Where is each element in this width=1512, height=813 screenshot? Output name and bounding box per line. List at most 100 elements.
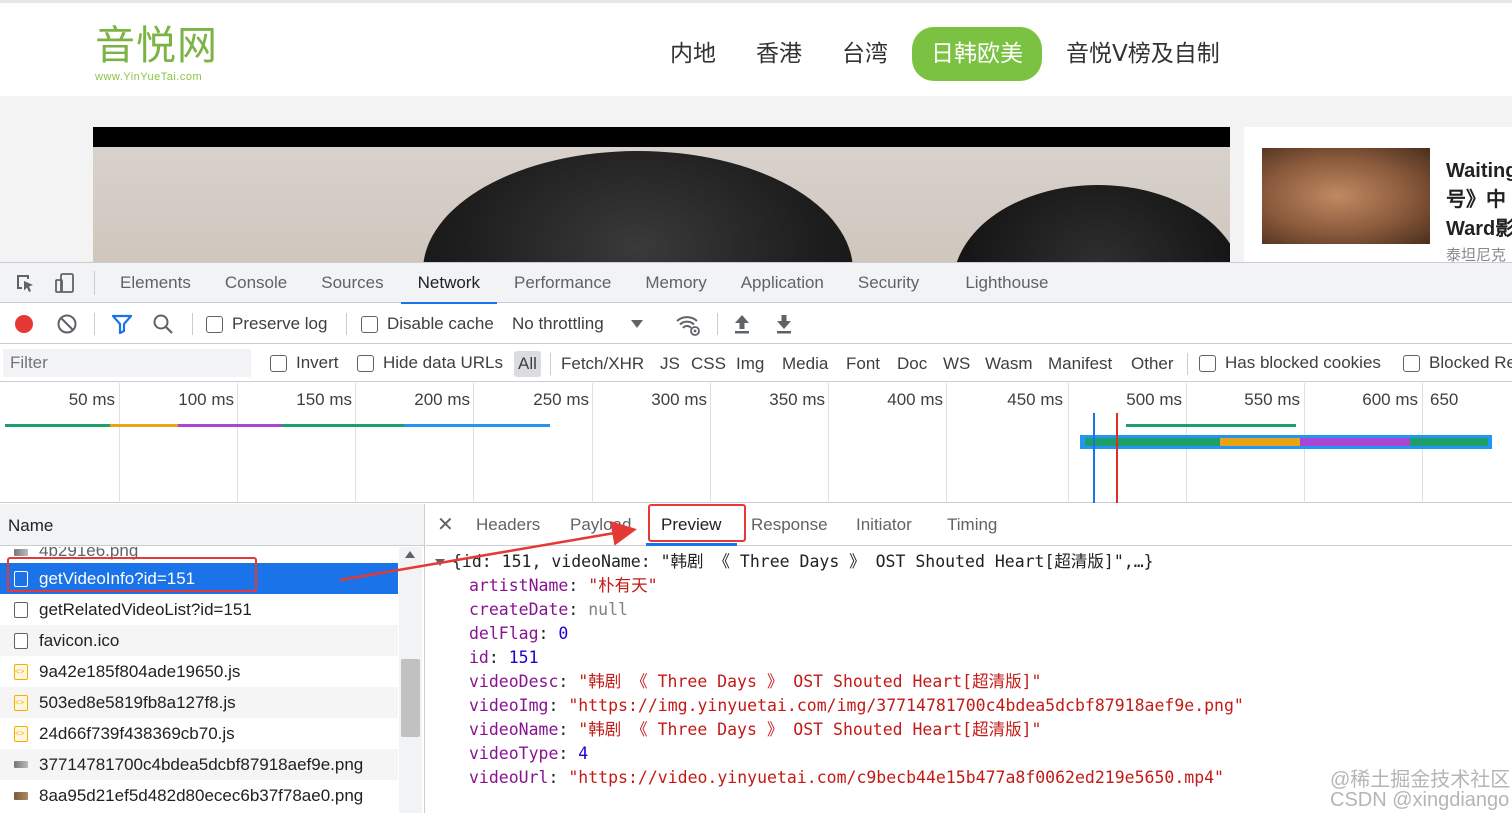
image-file-icon — [14, 549, 28, 556]
related-video-card[interactable]: Waiting 号》中 Ward影 泰坦尼克 — [1244, 127, 1512, 262]
site-nav: 内地 香港 台湾 日韩欧美 音悦V榜及自制 — [650, 27, 1240, 81]
tab-lighthouse[interactable]: Lighthouse — [948, 263, 1065, 303]
image-file-icon — [14, 792, 28, 800]
nav-item-hongkong[interactable]: 香港 — [736, 27, 822, 81]
filter-input[interactable] — [3, 349, 251, 377]
throttling-select[interactable]: No throttling — [512, 312, 644, 336]
tab-sources[interactable]: Sources — [304, 263, 400, 303]
import-har-icon[interactable] — [732, 312, 752, 336]
script-file-icon — [14, 656, 28, 687]
filter-type-manifest[interactable]: Manifest — [1048, 351, 1112, 377]
tab-console[interactable]: Console — [208, 263, 304, 303]
request-row[interactable]: favicon.ico — [0, 625, 398, 656]
has-blocked-cookies-checkbox[interactable]: Has blocked cookies — [1199, 351, 1381, 375]
nav-item-vchart[interactable]: 音悦V榜及自制 — [1046, 27, 1240, 81]
filter-type-font[interactable]: Font — [846, 351, 880, 377]
nav-item-taiwan[interactable]: 台湾 — [822, 27, 908, 81]
video-player[interactable] — [93, 127, 1230, 262]
filter-type-wasm[interactable]: Wasm — [985, 351, 1033, 377]
tab-security[interactable]: Security — [841, 263, 936, 303]
related-video-thumbnail[interactable] — [1262, 148, 1430, 244]
tab-memory[interactable]: Memory — [628, 263, 723, 303]
json-field-videourl: videoUrl: "https://video.yinyuetai.com/c… — [469, 768, 1224, 787]
filter-type-doc[interactable]: Doc — [897, 351, 927, 377]
json-field-createdate: createDate: null — [469, 600, 628, 619]
tab-network[interactable]: Network — [400, 263, 498, 304]
chevron-down-icon — [630, 320, 643, 328]
timeline-gridline — [592, 383, 593, 503]
checkbox-box[interactable] — [1199, 354, 1216, 372]
tab-initiator[interactable]: Initiator — [856, 504, 912, 546]
checkbox-box[interactable] — [1403, 354, 1420, 372]
timeline-gridline — [710, 383, 711, 503]
timeline-bar — [178, 424, 282, 427]
nav-item-jk-western[interactable]: 日韩欧美 — [912, 27, 1042, 81]
request-row[interactable]: 503ed8e5819fb8a127f8.js — [0, 687, 398, 718]
filter-type-other[interactable]: Other — [1131, 351, 1174, 377]
json-field-videotype: videoType: 4 — [469, 744, 589, 763]
nav-item-mainland[interactable]: 内地 — [650, 27, 736, 81]
collapse-triangle-icon[interactable] — [435, 559, 445, 566]
timeline-gridline — [1068, 383, 1069, 503]
filter-type-img[interactable]: Img — [736, 351, 764, 377]
scrollbar-thumb[interactable] — [401, 659, 420, 737]
filter-type-js[interactable]: JS — [660, 351, 680, 377]
inspect-element-icon[interactable] — [14, 272, 36, 294]
related-video-title[interactable]: Waiting 号》中 Ward影 — [1446, 157, 1512, 244]
checkbox-box[interactable] — [270, 354, 287, 372]
timeline-bar — [1300, 438, 1410, 446]
checkbox-box[interactable] — [361, 315, 378, 333]
timeline-tick-label: 350 ms — [769, 390, 825, 409]
clear-icon[interactable] — [56, 312, 78, 336]
tab-performance[interactable]: Performance — [497, 263, 628, 303]
filter-type-all[interactable]: All — [514, 351, 541, 377]
tab-headers[interactable]: Headers — [476, 504, 540, 546]
request-row[interactable]: getRelatedVideoList?id=151 — [0, 594, 398, 625]
network-conditions-icon[interactable] — [675, 312, 701, 336]
logo-text: 音悦网 — [95, 23, 218, 69]
hide-data-urls-checkbox[interactable]: Hide data URLs — [357, 351, 503, 375]
tab-timing[interactable]: Timing — [947, 504, 997, 546]
timeline-bar — [1085, 438, 1220, 446]
invert-checkbox[interactable]: Invert — [270, 351, 339, 375]
site-logo[interactable]: 音悦网 www.YinYueTai.com — [95, 23, 218, 83]
tab-elements[interactable]: Elements — [103, 263, 208, 303]
request-row[interactable]: 9a42e185f804ade19650.js — [0, 656, 398, 687]
json-field-videoimg: videoImg: "https://img.yinyuetai.com/img… — [469, 696, 1244, 715]
request-list-scrollbar[interactable] — [399, 547, 422, 813]
filter-type-media[interactable]: Media — [782, 351, 828, 377]
filter-icon[interactable] — [110, 312, 134, 336]
blocked-requests-checkbox[interactable]: Blocked Re — [1403, 351, 1512, 375]
toolbar-divider — [717, 313, 718, 335]
name-column-header[interactable]: Name — [8, 516, 53, 536]
video-figure — [423, 151, 853, 262]
json-field-videoname: videoName: "韩剧 《 Three Days 》 OST Shoute… — [469, 720, 1042, 739]
checkbox-box[interactable] — [206, 315, 223, 333]
scroll-up-arrow-icon[interactable] — [405, 551, 415, 558]
request-row[interactable]: 37714781700c4bdea5dcbf87918aef9e.png — [0, 749, 398, 780]
filter-type-css[interactable]: CSS — [691, 351, 726, 377]
disable-cache-checkbox[interactable]: Disable cache — [361, 312, 494, 336]
search-icon[interactable] — [152, 312, 174, 336]
filter-type-ws[interactable]: WS — [943, 351, 970, 377]
request-row[interactable]: 24d66f739f438369cb70.js — [0, 718, 398, 749]
request-list-header[interactable]: Name — [0, 504, 424, 546]
request-list-pane: Name 4b291e6.png getVideoInfo?id=151 get… — [0, 504, 425, 813]
network-overview-timeline[interactable]: 50 ms 100 ms 150 ms 200 ms 250 ms 300 ms… — [0, 383, 1512, 503]
request-row[interactable]: 8aa95d21ef5d482d80ecec6b37f78ae0.png — [0, 780, 398, 811]
device-toolbar-icon[interactable] — [54, 272, 76, 294]
checkbox-box[interactable] — [357, 354, 374, 372]
json-summary[interactable]: {id: 151, videoName: "韩剧 《 Three Days 》 … — [452, 550, 1154, 574]
tab-payload[interactable]: Payload — [570, 504, 631, 546]
record-icon[interactable] — [13, 312, 35, 336]
detail-tabs: ✕ Headers Payload Preview Response Initi… — [426, 504, 1512, 546]
json-field-id: id: 151 — [469, 648, 539, 667]
filter-type-fetch-xhr[interactable]: Fetch/XHR — [561, 351, 644, 377]
export-har-icon[interactable] — [774, 312, 794, 336]
preserve-log-checkbox[interactable]: Preserve log — [206, 312, 327, 336]
tab-response[interactable]: Response — [751, 504, 828, 546]
tab-application[interactable]: Application — [724, 263, 841, 303]
timeline-tick-label: 200 ms — [414, 390, 470, 409]
close-icon[interactable]: ✕ — [437, 512, 454, 537]
network-filterbar: Invert Hide data URLs All Fetch/XHR JS C… — [0, 345, 1512, 382]
